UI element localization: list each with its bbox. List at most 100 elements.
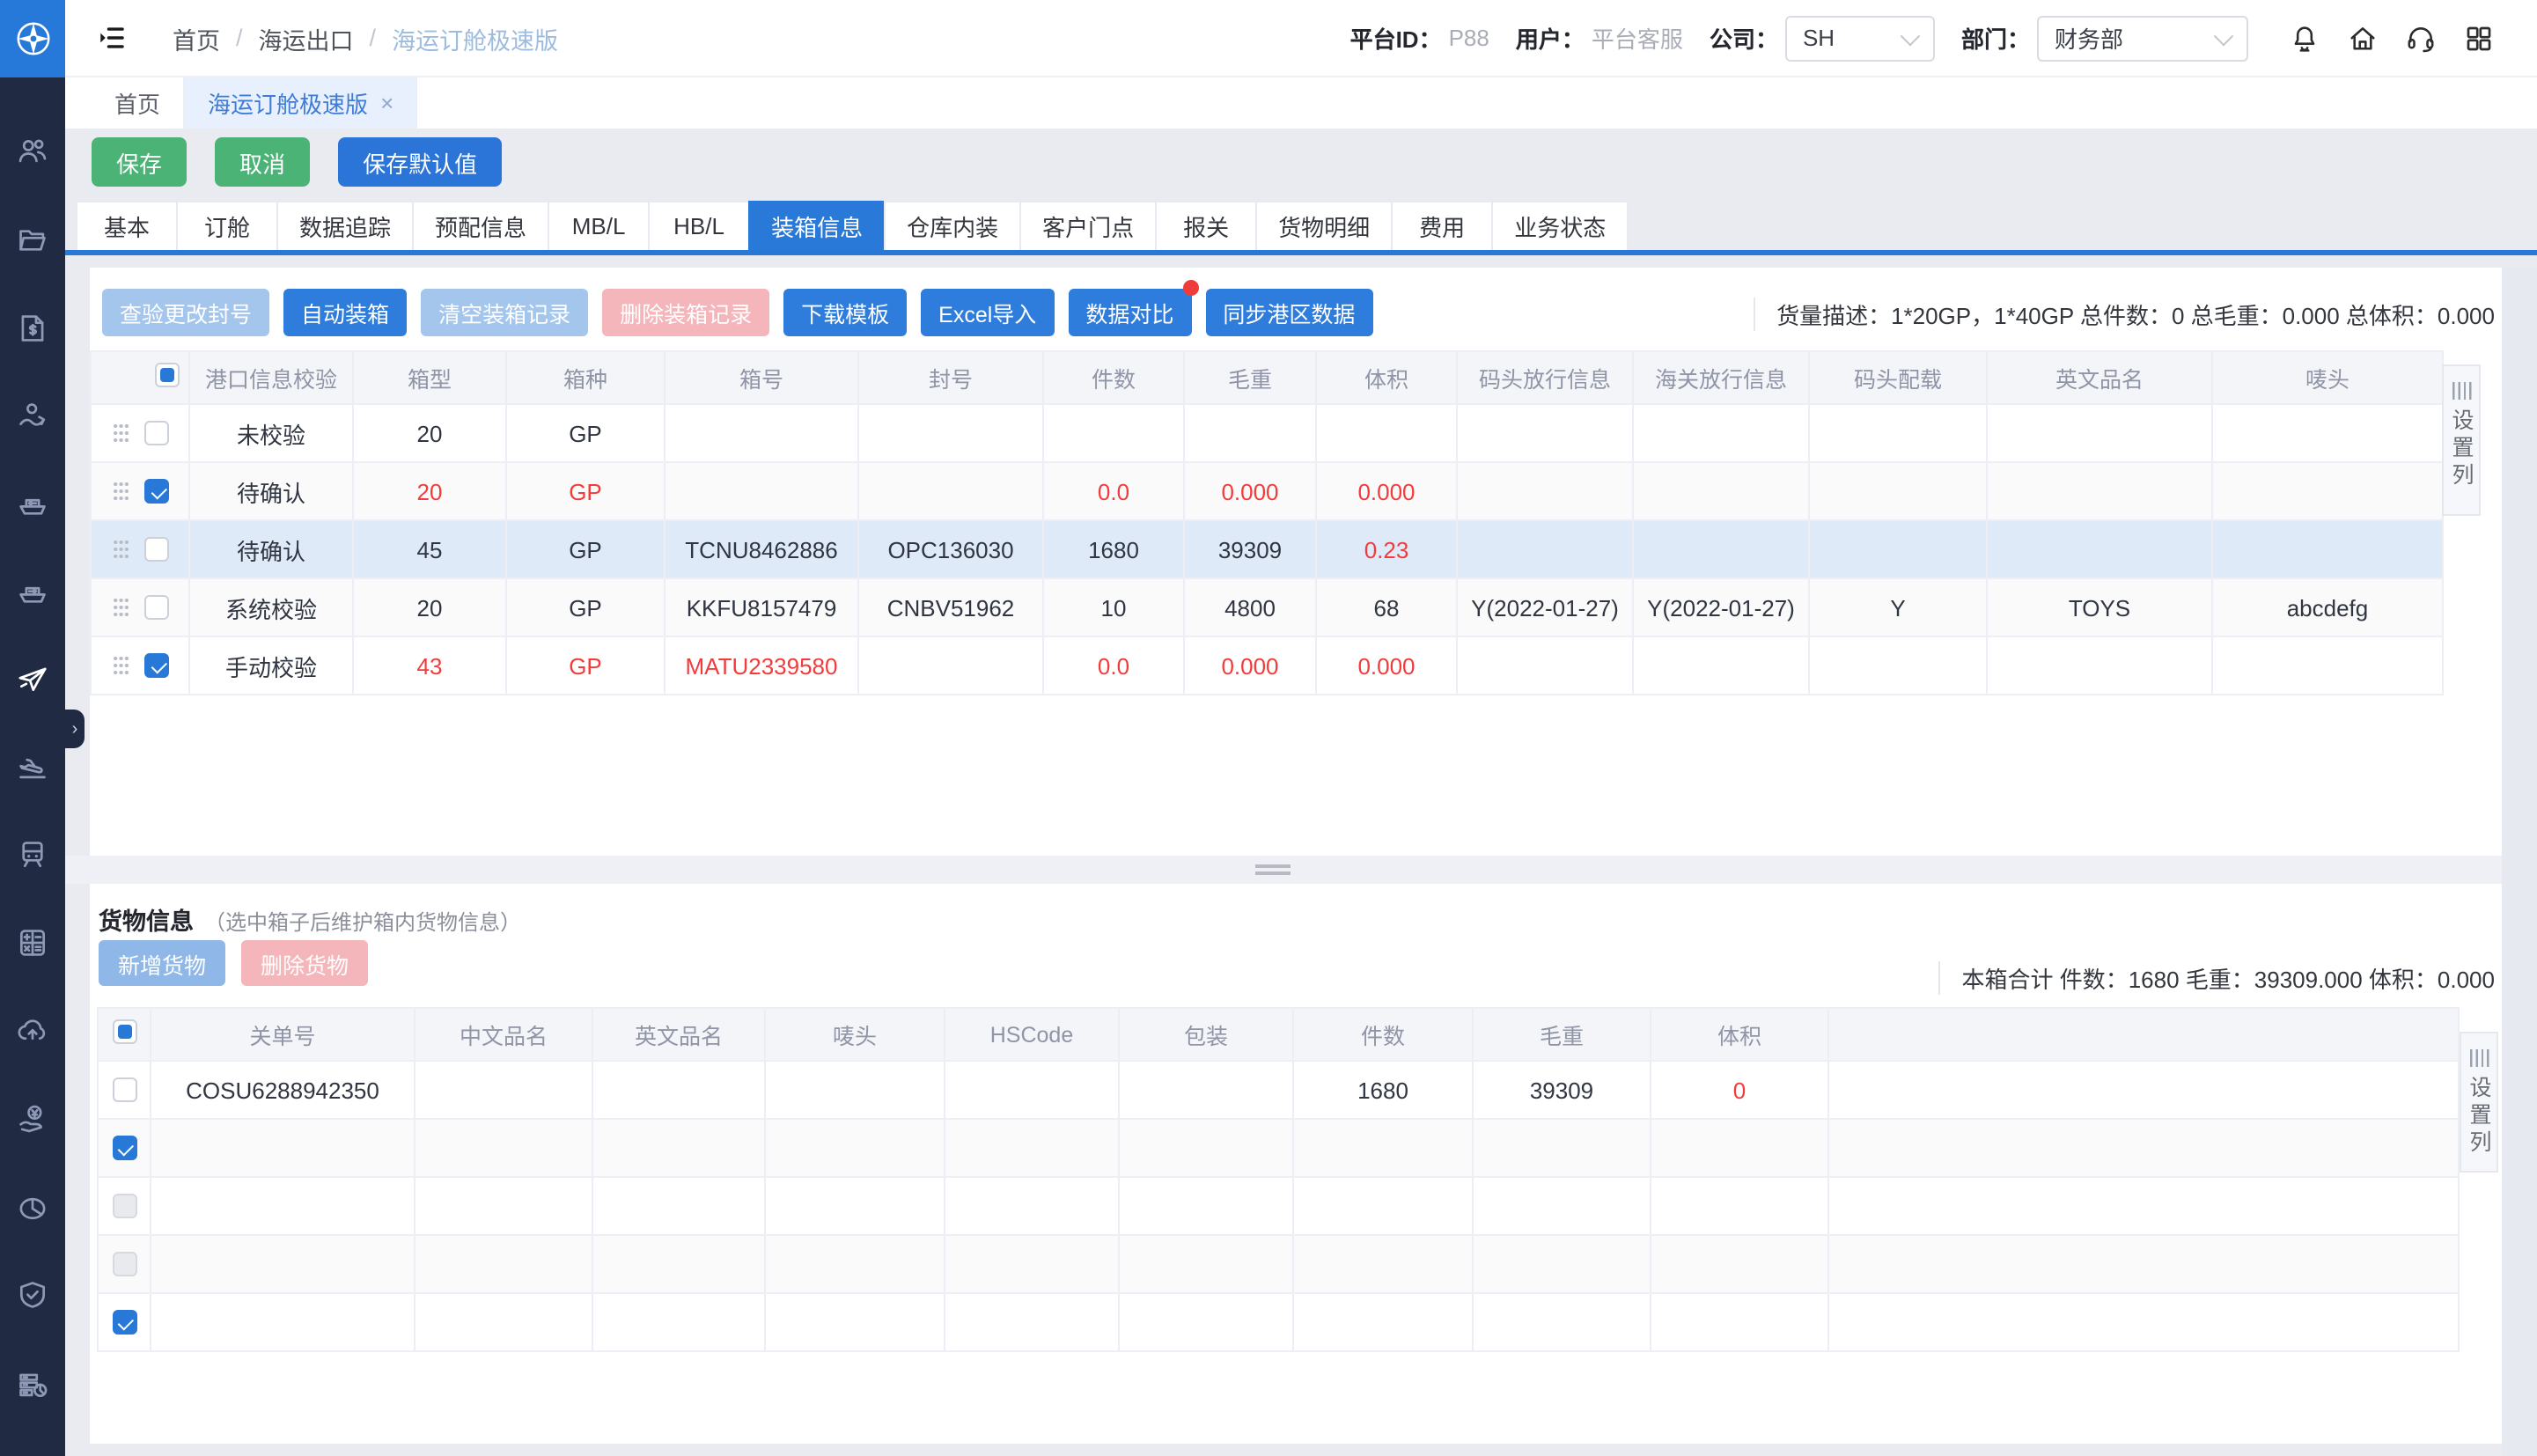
row-checkbox[interactable] bbox=[144, 479, 169, 504]
planes-cross-icon[interactable] bbox=[16, 662, 49, 695]
plane-departure-icon[interactable] bbox=[16, 750, 49, 783]
column-header: HSCode bbox=[945, 1008, 1119, 1061]
module-tab-HB/L[interactable]: HB/L bbox=[648, 201, 750, 250]
breadcrumb-separator: / bbox=[370, 25, 377, 51]
ship-export-icon[interactable] bbox=[16, 576, 49, 609]
table-row[interactable]: COSU62889423501680393090 bbox=[98, 1061, 2459, 1119]
module-tab-客户门点[interactable]: 客户门点 bbox=[1019, 201, 1157, 250]
table-cell: 20 bbox=[353, 404, 506, 462]
pie-chart-icon[interactable] bbox=[16, 1192, 49, 1225]
apps-grid-icon[interactable] bbox=[2463, 22, 2495, 54]
table-row[interactable] bbox=[98, 1293, 2459, 1351]
department-select[interactable]: 财务部 bbox=[2037, 15, 2248, 61]
row-checkbox[interactable] bbox=[144, 653, 169, 678]
breadcrumb-item[interactable]: 首页 bbox=[173, 20, 220, 55]
row-checkbox[interactable] bbox=[112, 1194, 136, 1218]
menu-collapse-icon[interactable] bbox=[97, 23, 127, 53]
cloud-upload-icon[interactable] bbox=[16, 1014, 49, 1048]
row-checkbox[interactable] bbox=[112, 1310, 136, 1335]
table-row[interactable] bbox=[98, 1177, 2459, 1235]
page-tab[interactable]: 首页 bbox=[92, 77, 185, 129]
table-row[interactable] bbox=[98, 1119, 2459, 1177]
row-checkbox[interactable] bbox=[144, 537, 169, 562]
splitter-drag-handle[interactable] bbox=[1255, 864, 1291, 875]
module-tab-订舱[interactable]: 订舱 bbox=[176, 201, 278, 250]
close-icon[interactable]: × bbox=[380, 92, 393, 114]
users-icon[interactable] bbox=[16, 134, 49, 167]
train-icon[interactable] bbox=[16, 838, 49, 871]
drag-handle-icon[interactable] bbox=[113, 655, 129, 676]
column-settings-tab[interactable]: 设置列 bbox=[2460, 1032, 2498, 1173]
save-button[interactable]: 保存 bbox=[92, 137, 187, 187]
cargo-buttons: 新增货物 删除货物 bbox=[99, 940, 368, 986]
home-icon[interactable] bbox=[2347, 22, 2379, 54]
toolbar-button[interactable]: Excel导入 bbox=[921, 289, 1054, 336]
table-cell bbox=[765, 1293, 945, 1351]
breadcrumb-item[interactable]: 海运出口 bbox=[259, 20, 354, 55]
toolbar-button[interactable]: 查验更改封号 bbox=[102, 289, 269, 336]
table-row[interactable]: 系统校验20GPKKFU8157479CNBV5196210480068Y(20… bbox=[91, 578, 2443, 636]
data-report-icon[interactable] bbox=[16, 1368, 49, 1401]
module-tab-仓库内装[interactable]: 仓库内装 bbox=[884, 201, 1021, 250]
table-cell: GP bbox=[506, 404, 665, 462]
module-tab-费用[interactable]: 费用 bbox=[1391, 201, 1493, 250]
table-row[interactable] bbox=[98, 1235, 2459, 1293]
module-tab-报关[interactable]: 报关 bbox=[1155, 201, 1257, 250]
toolbar-button[interactable]: 数据对比 bbox=[1068, 289, 1191, 336]
row-checkbox[interactable] bbox=[144, 421, 169, 445]
folder-icon[interactable] bbox=[16, 224, 49, 257]
ship-import-icon[interactable] bbox=[16, 488, 49, 521]
row-checkbox[interactable] bbox=[112, 1252, 136, 1276]
table-row[interactable]: 手动校验43GPMATU23395800.00.0000.000 bbox=[91, 636, 2443, 695]
toolbar-button[interactable]: 清空装箱记录 bbox=[421, 289, 588, 336]
invoice-icon[interactable] bbox=[16, 312, 49, 345]
table-row[interactable]: 待确认45GPTCNU8462886OPC1360301680393090.23 bbox=[91, 520, 2443, 578]
company-select[interactable]: SH bbox=[1785, 15, 1935, 61]
cancel-button[interactable]: 取消 bbox=[215, 137, 310, 187]
table-cell bbox=[415, 1119, 592, 1177]
cargo-title-text: 货物信息 bbox=[99, 901, 194, 937]
row-checkbox[interactable] bbox=[112, 1077, 136, 1102]
table-cell bbox=[1293, 1235, 1473, 1293]
page-tab[interactable]: 海运订舱极速版× bbox=[185, 77, 416, 129]
save-default-button[interactable]: 保存默认值 bbox=[338, 137, 502, 187]
calculator-icon[interactable] bbox=[16, 926, 49, 960]
column-header: 箱号 bbox=[665, 351, 858, 404]
toolbar-button[interactable]: 同步港区数据 bbox=[1205, 289, 1372, 336]
person-route-icon[interactable] bbox=[16, 400, 49, 433]
column-settings-label: 设置列 bbox=[2462, 1076, 2496, 1158]
toolbar-button[interactable]: 删除装箱记录 bbox=[602, 289, 769, 336]
drag-handle-icon[interactable] bbox=[113, 597, 129, 618]
module-tab-预配信息[interactable]: 预配信息 bbox=[412, 201, 549, 250]
table-cell bbox=[858, 636, 1043, 695]
table-cell bbox=[1457, 636, 1633, 695]
add-cargo-button[interactable]: 新增货物 bbox=[99, 940, 225, 986]
drag-handle-icon[interactable] bbox=[113, 423, 129, 444]
module-tab-业务状态[interactable]: 业务状态 bbox=[1491, 201, 1629, 250]
module-tab-货物明细[interactable]: 货物明细 bbox=[1255, 201, 1393, 250]
column-header: 包装 bbox=[1119, 1008, 1293, 1061]
toolbar-button[interactable]: 下载模板 bbox=[783, 289, 907, 336]
shield-check-icon[interactable] bbox=[16, 1278, 49, 1312]
table-cell bbox=[1633, 636, 1809, 695]
table-row[interactable]: 待确认20GP0.00.0000.000 bbox=[91, 462, 2443, 520]
table-row[interactable]: 未校验20GP bbox=[91, 404, 2443, 462]
hand-payment-icon[interactable] bbox=[16, 1102, 49, 1136]
table-cell bbox=[858, 462, 1043, 520]
notifications-bell-icon[interactable] bbox=[2289, 22, 2320, 54]
row-checkbox[interactable] bbox=[112, 1136, 136, 1160]
select-all-checkbox[interactable] bbox=[112, 1019, 136, 1044]
module-tab-基本[interactable]: 基本 bbox=[76, 201, 178, 250]
sidebar-expand-handle[interactable]: › bbox=[65, 710, 85, 748]
column-settings-tab[interactable]: 设置列 bbox=[2442, 364, 2481, 516]
row-checkbox[interactable] bbox=[144, 595, 169, 620]
drag-handle-icon[interactable] bbox=[113, 539, 129, 560]
module-tab-MB/L[interactable]: MB/L bbox=[548, 201, 650, 250]
module-tab-数据追踪[interactable]: 数据追踪 bbox=[276, 201, 414, 250]
toolbar-button[interactable]: 自动装箱 bbox=[283, 289, 407, 336]
support-headset-icon[interactable] bbox=[2405, 22, 2437, 54]
select-all-checkbox[interactable] bbox=[154, 363, 179, 387]
delete-cargo-button[interactable]: 删除货物 bbox=[241, 940, 368, 986]
module-tab-装箱信息[interactable]: 装箱信息 bbox=[748, 201, 886, 250]
drag-handle-icon[interactable] bbox=[113, 481, 129, 502]
